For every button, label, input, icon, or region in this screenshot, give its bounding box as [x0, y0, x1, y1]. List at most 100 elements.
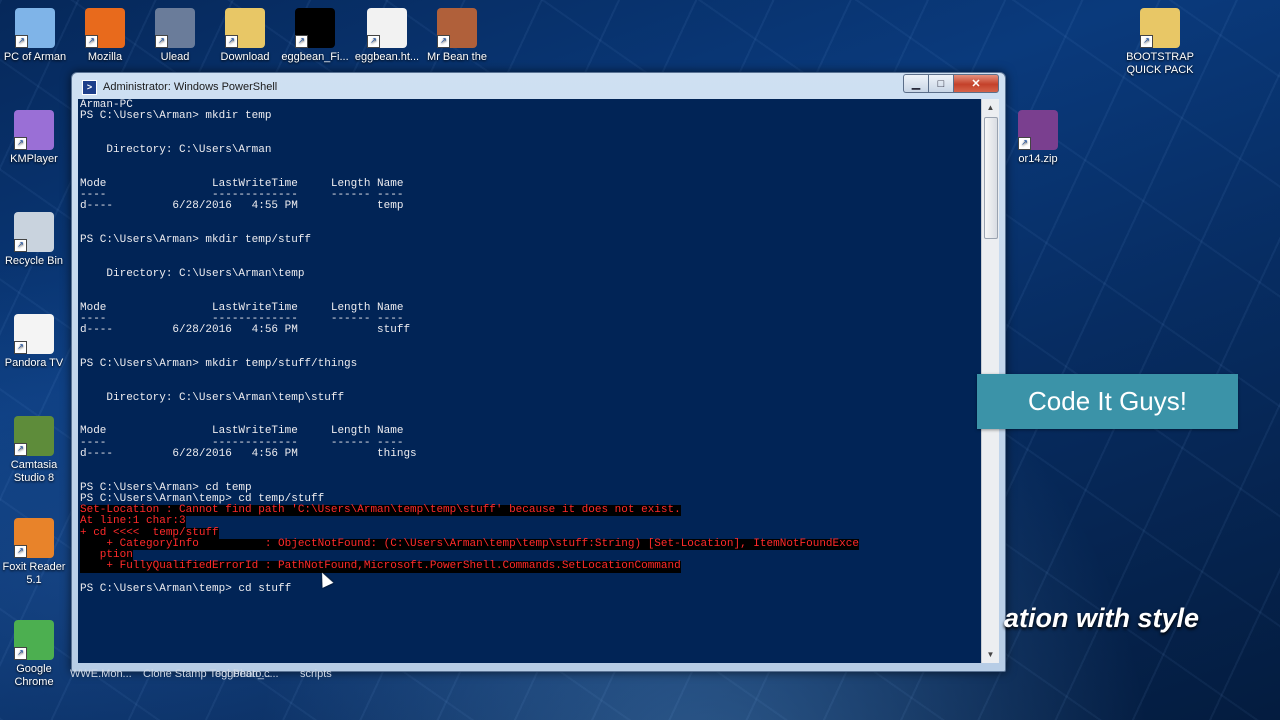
console-line: Directory: C:\Users\Arman\temp\stuff	[80, 391, 345, 404]
console-error-line: At line:1 char:3	[80, 515, 186, 528]
close-button[interactable]: ✕	[953, 74, 999, 93]
console-error-line: + CategoryInfo : ObjectNotFound: (C:\Use…	[80, 537, 859, 550]
window-controls: ▁ □ ✕	[903, 74, 999, 93]
shortcut-arrow-icon: ↗	[14, 545, 27, 558]
desktop-icon-label: Camtasia Studio 8	[10, 459, 58, 484]
maximize-button[interactable]: □	[928, 74, 953, 93]
desktop-icon[interactable]: ↗ PC of Arman	[0, 8, 73, 64]
chrome-icon: ↗	[14, 620, 54, 660]
kmplayer-icon: ↗	[14, 110, 54, 150]
winrar-icon: ↗	[1018, 110, 1058, 150]
shortcut-arrow-icon: ↗	[14, 137, 27, 150]
console-line: Directory: C:\Users\Arman\temp	[80, 267, 305, 280]
console-line: d---- 6/28/2016 4:55 PM temp	[80, 200, 404, 213]
shortcut-arrow-icon: ↗	[14, 647, 27, 660]
desktop-icon[interactable]: ↗ KMPlayer	[0, 110, 72, 166]
shortcut-arrow-icon: ↗	[295, 35, 308, 48]
desktop-icon-label: Foxit Reader 5.1	[2, 561, 66, 586]
computer-icon: ↗	[15, 8, 55, 48]
desktop-icon-label[interactable]: eggbean_c...	[215, 668, 279, 680]
desktop-icon[interactable]: ↗ Foxit Reader 5.1	[0, 518, 72, 587]
desktop-icon[interactable]: ↗ Recycle Bin	[0, 212, 72, 268]
folder-icon: ↗	[225, 8, 265, 48]
console-line: d---- 6/28/2016 4:56 PM things	[80, 447, 417, 460]
scroll-down-arrow-icon[interactable]: ▼	[982, 646, 999, 663]
desktop-icon[interactable]: ↗ Mr Bean the	[419, 8, 495, 64]
console-line: PS C:\Users\Arman> mkdir temp/stuff/thin…	[80, 357, 358, 370]
console-line: PS C:\Users\Arman\temp> cd stuff	[80, 582, 292, 595]
shortcut-arrow-icon: ↗	[1140, 35, 1153, 48]
console-line: Directory: C:\Users\Arman	[80, 144, 272, 156]
console-output[interactable]: Arman-PC PS C:\Users\Arman> mkdir temp Di…	[78, 99, 981, 663]
desktop-icon[interactable]: ↗ Camtasia Studio 8	[0, 416, 72, 485]
folder-icon: ↗	[1140, 8, 1180, 48]
desktop-icon-label: Google Chrome	[14, 663, 54, 688]
shortcut-arrow-icon: ↗	[14, 239, 27, 252]
desktop-icon-label: eggbean.ht...	[354, 51, 420, 63]
desktop-icon-label: BOOTSTRAP QUICK PACK	[1126, 51, 1194, 76]
shortcut-arrow-icon: ↗	[367, 35, 380, 48]
desktop-icon-label: Recycle Bin	[4, 255, 64, 267]
desktop-icon-label: or14.zip	[1018, 153, 1058, 165]
console-line: d---- 6/28/2016 4:56 PM stuff	[80, 324, 411, 336]
code-it-guys-banner: Code It Guys!	[977, 374, 1238, 429]
powershell-window[interactable]: > Administrator: Windows PowerShell ▁ □ …	[71, 72, 1006, 672]
shortcut-arrow-icon: ↗	[85, 35, 98, 48]
desktop-icon-label: KMPlayer	[10, 153, 58, 165]
desktop-icon-label: Mozilla	[87, 51, 123, 63]
tagline-text: ation with style	[1004, 603, 1200, 633]
shortcut-arrow-icon: ↗	[225, 35, 238, 48]
console-text: Arman-PC PS C:\Users\Arman> mkdir temp Di…	[78, 99, 981, 596]
file-black-icon: ↗	[295, 8, 335, 48]
desktop-icon[interactable]: ↗ or14.zip	[1000, 110, 1076, 166]
minimize-button[interactable]: ▁	[903, 74, 928, 93]
camtasia-icon: ↗	[14, 416, 54, 456]
scroll-up-arrow-icon[interactable]: ▲	[982, 99, 999, 116]
desktop-icon-label: eggbean_Fi...	[281, 51, 349, 63]
desktop-icon[interactable]: ↗ Download	[207, 8, 283, 64]
console-line: PS C:\Users\Arman> mkdir temp/stuff	[80, 234, 312, 246]
shortcut-arrow-icon: ↗	[14, 341, 27, 354]
desktop-icon[interactable]: ↗ Ulead	[137, 8, 213, 64]
shortcut-arrow-icon: ↗	[155, 35, 168, 48]
desktop-icon-label[interactable]: WWE.Mon...	[70, 668, 132, 680]
window-title: Administrator: Windows PowerShell	[103, 81, 278, 93]
window-titlebar[interactable]: > Administrator: Windows PowerShell	[82, 79, 277, 95]
desktop-icon[interactable]: ↗ eggbean.ht...	[349, 8, 425, 64]
recycle-bin-icon: ↗	[14, 212, 54, 252]
ulead-icon: ↗	[155, 8, 195, 48]
firefox-icon: ↗	[85, 8, 125, 48]
desktop-icon[interactable]: ↗ eggbean_Fi...	[277, 8, 353, 64]
desktop-icon[interactable]: ↗ Pandora TV	[0, 314, 72, 370]
desktop-icon-label: Ulead	[160, 51, 190, 63]
scrollbar-thumb[interactable]	[984, 117, 998, 239]
shortcut-arrow-icon: ↗	[437, 35, 450, 48]
shortcut-arrow-icon: ↗	[1018, 137, 1031, 150]
console-line: Mode LastWriteTime Length Name	[80, 425, 404, 438]
console-error-line: + FullyQualifiedErrorId : PathNotFound,M…	[80, 560, 681, 573]
desktop-icon-label: Mr Bean the	[427, 51, 487, 63]
desktop-icon-label: Download	[220, 51, 270, 63]
video-thumbnail-icon: ↗	[437, 8, 477, 48]
desktop-icon-label: Pandora TV	[4, 357, 64, 369]
desktop-icon[interactable]: ↗ BOOTSTRAP QUICK PACK	[1122, 8, 1198, 77]
desktop-icon[interactable]: ↗ Google Chrome	[0, 620, 72, 689]
console-line: PS C:\Users\Arman> mkdir temp	[80, 110, 272, 123]
desktop-icon-label[interactable]: scripts	[300, 668, 332, 680]
powershell-icon: >	[82, 79, 97, 95]
document-icon: ↗	[14, 314, 54, 354]
shortcut-arrow-icon: ↗	[14, 443, 27, 456]
foxit-icon: ↗	[14, 518, 54, 558]
desktop-icon[interactable]: ↗ Mozilla	[67, 8, 143, 64]
